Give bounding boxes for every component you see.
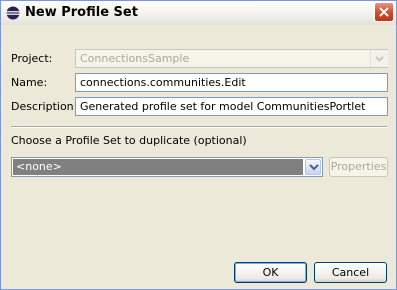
name-input[interactable]: connections.communities.Edit: [75, 73, 388, 92]
project-label: Project:: [11, 52, 53, 65]
close-button[interactable]: [374, 2, 394, 22]
profile-set-dropdown[interactable]: <none>: [11, 157, 323, 177]
description-input[interactable]: Generated profile set for model Communit…: [75, 97, 388, 116]
description-label: Description:: [11, 100, 78, 113]
ok-button[interactable]: OK: [234, 262, 307, 283]
chevron-down-icon: [375, 56, 384, 62]
close-icon: [379, 7, 389, 17]
title-bar: New Profile Set: [1, 1, 396, 25]
new-profile-set-dialog: New Profile Set Project: ConnectionsSamp…: [0, 0, 397, 290]
profile-set-dropdown-button[interactable]: [305, 159, 321, 175]
window-title: New Profile Set: [25, 5, 138, 20]
eclipse-icon: [6, 6, 20, 20]
duplicate-label: Choose a Profile Set to duplicate (optio…: [11, 134, 247, 147]
properties-button[interactable]: Properties: [329, 157, 388, 177]
cancel-button[interactable]: Cancel: [314, 262, 387, 283]
name-label: Name:: [11, 76, 48, 89]
project-dropdown-button[interactable]: [370, 50, 388, 67]
profile-set-selected: <none>: [13, 159, 303, 175]
project-dropdown[interactable]: ConnectionsSample: [75, 49, 388, 68]
separator: [11, 126, 387, 128]
chevron-down-icon: [309, 164, 319, 171]
